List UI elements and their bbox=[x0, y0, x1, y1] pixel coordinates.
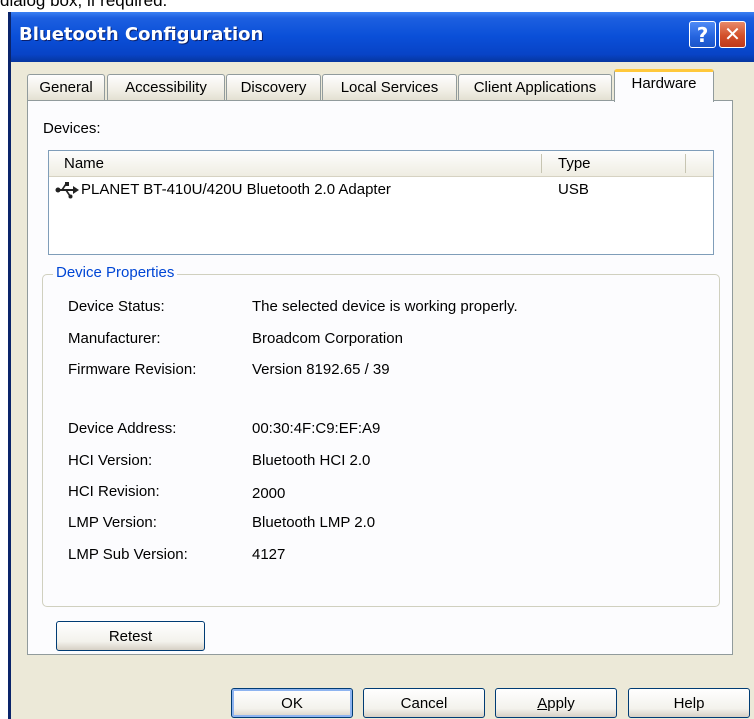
tab-discovery[interactable]: Discovery bbox=[226, 74, 321, 100]
column-header-name[interactable]: Name bbox=[64, 155, 104, 172]
apply-button[interactable]: Apply bbox=[495, 688, 617, 718]
usb-icon bbox=[55, 182, 79, 199]
help-button[interactable]: Help bbox=[628, 688, 750, 718]
tab-local-services[interactable]: Local Services bbox=[322, 74, 457, 100]
firmware-revision-value: Version 8192.65 / 39 bbox=[252, 361, 390, 378]
lmp-sub-version-value: 4127 bbox=[252, 546, 286, 563]
hci-revision-label: HCI Revision: bbox=[68, 483, 160, 500]
device-address-value: 00:30:4F:C9:EF:A9 bbox=[252, 420, 381, 437]
lmp-version-value: Bluetooth LMP 2.0 bbox=[252, 514, 376, 531]
devices-list[interactable]: Name Type PLANET BT-410U/420U Bluetooth … bbox=[48, 150, 714, 255]
close-button[interactable]: ✕ bbox=[719, 21, 746, 48]
tab-accessibility[interactable]: Accessibility bbox=[107, 74, 225, 100]
window-title: Bluetooth Configuration bbox=[19, 24, 264, 45]
title-bar[interactable]: Bluetooth Configuration ? ✕ bbox=[11, 12, 754, 62]
devices-list-header: Name Type bbox=[49, 151, 713, 177]
help-title-button[interactable]: ? bbox=[689, 21, 716, 48]
dialog-client-area: General Accessibility Discovery Local Se… bbox=[11, 62, 754, 719]
column-divider[interactable] bbox=[685, 154, 686, 173]
close-icon: ✕ bbox=[724, 24, 741, 46]
device-status-label: Device Status: bbox=[68, 298, 165, 315]
retest-button[interactable]: Retest bbox=[56, 621, 205, 651]
ok-button[interactable]: OK bbox=[231, 688, 353, 718]
lmp-version-label: LMP Version: bbox=[68, 514, 157, 531]
device-properties-group: Device Properties Device Status: The sel… bbox=[42, 264, 720, 607]
device-name: PLANET BT-410U/420U Bluetooth 2.0 Adapte… bbox=[81, 181, 391, 198]
bluetooth-configuration-dialog: Bluetooth Configuration ? ✕ General Acce… bbox=[8, 12, 754, 719]
lmp-sub-version-label: LMP Sub Version: bbox=[68, 546, 188, 563]
list-item[interactable]: PLANET BT-410U/420U Bluetooth 2.0 Adapte… bbox=[49, 179, 713, 203]
hci-version-label: HCI Version: bbox=[68, 452, 153, 469]
hci-revision-value: 2000 bbox=[252, 485, 286, 502]
cancel-button[interactable]: Cancel bbox=[363, 688, 485, 718]
column-divider[interactable] bbox=[541, 154, 542, 173]
devices-label: Devices: bbox=[43, 120, 101, 137]
column-header-type[interactable]: Type bbox=[558, 155, 591, 172]
caption-fragment: dialog box, if required. bbox=[0, 0, 168, 10]
device-type: USB bbox=[558, 181, 589, 198]
device-address-label: Device Address: bbox=[68, 420, 177, 437]
apply-label: pply bbox=[547, 694, 575, 712]
apply-accelerator: A bbox=[537, 694, 548, 712]
device-properties-title: Device Properties bbox=[53, 264, 178, 281]
hardware-tab-panel: Devices: Name Type PLANET BT-410U/420U B… bbox=[27, 100, 733, 655]
manufacturer-value: Broadcom Corporation bbox=[252, 330, 403, 347]
tab-general[interactable]: General bbox=[27, 74, 105, 100]
firmware-revision-label: Firmware Revision: bbox=[68, 361, 197, 378]
tab-client-applications[interactable]: Client Applications bbox=[458, 74, 612, 100]
question-mark-icon: ? bbox=[696, 22, 709, 47]
hci-version-value: Bluetooth HCI 2.0 bbox=[252, 452, 371, 469]
manufacturer-label: Manufacturer: bbox=[68, 330, 161, 347]
tab-hardware[interactable]: Hardware bbox=[614, 69, 714, 102]
device-status-value: The selected device is working properly. bbox=[252, 298, 518, 315]
